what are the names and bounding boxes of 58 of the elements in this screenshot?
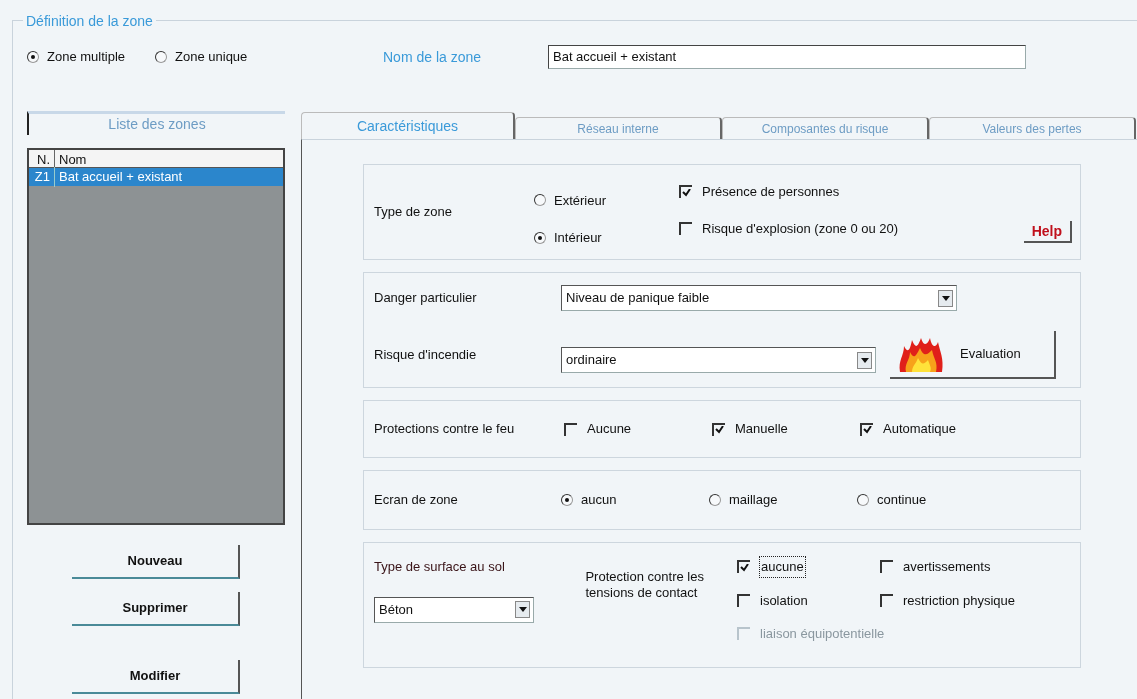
option-label: Intérieur — [554, 229, 602, 247]
fire-risk-label: Risque d'incendie — [374, 346, 478, 365]
radio-button[interactable] — [155, 51, 168, 63]
option-label: aucune — [760, 557, 805, 577]
radio-button[interactable] — [27, 51, 39, 63]
option-label: avertissements — [903, 558, 991, 576]
option-label: Extérieur — [554, 191, 607, 210]
caret-icon — [515, 601, 530, 618]
zone-type-label: Type de zone — [374, 203, 454, 222]
radio-button[interactable] — [534, 231, 546, 244]
checkbox[interactable] — [564, 422, 577, 436]
list-button[interactable]: Modifier — [72, 660, 240, 694]
column-header: Nom — [58, 151, 88, 167]
flame-icon — [898, 336, 944, 372]
list-button[interactable]: Nouveau — [72, 545, 240, 579]
evaluation-button[interactable]: Evaluation — [890, 331, 1056, 379]
floor-type-label: Type de surface au sol — [374, 558, 506, 576]
radio-button[interactable] — [857, 494, 869, 506]
radio-button[interactable] — [709, 494, 721, 506]
zone-list-header: Liste des zones — [27, 111, 285, 135]
option-label: aucun — [581, 491, 617, 510]
checkbox[interactable] — [712, 422, 725, 436]
option-label: Automatique — [883, 420, 956, 439]
caret-icon — [938, 289, 953, 307]
zone-name-field[interactable]: Bat accueil + existant — [548, 45, 1026, 69]
option-label: Zone multiple — [47, 48, 126, 67]
option-label: maillage — [729, 491, 778, 510]
option-label: liaison équipotentielle — [760, 625, 885, 643]
checkbox[interactable] — [880, 593, 893, 607]
danger-dropdown[interactable]: Niveau de panique faible — [561, 285, 957, 311]
zone-screen-label: Ecran de zone — [374, 491, 459, 510]
floor-type-dropdown[interactable]: Béton — [374, 596, 534, 623]
fire-protection-label: Protections contre le feu — [374, 420, 516, 439]
checkbox[interactable] — [679, 221, 692, 235]
checkbox[interactable] — [737, 560, 750, 574]
option-label: isolation — [760, 591, 808, 610]
list-button[interactable]: Supprimer — [72, 592, 240, 626]
option-label: Manuelle — [735, 420, 788, 439]
help-button[interactable]: Help — [1023, 221, 1072, 243]
contact-protection-label: Protection contre les tensions de contact — [585, 569, 705, 602]
checkbox[interactable] — [679, 185, 692, 199]
zone-name-label: Nom de la zone — [383, 47, 483, 67]
caret-icon — [857, 351, 872, 369]
radio-button[interactable] — [534, 194, 546, 207]
option-label: Risque d'explosion (zone 0 ou 20) — [702, 219, 899, 238]
option-label: continue — [877, 491, 927, 510]
zone-list-row[interactable]: Z1 Bat accueil + existant — [29, 168, 283, 186]
option-label: Présence de personnes — [702, 183, 840, 201]
option-label: Aucune — [587, 420, 632, 439]
option-label: restriction physique — [903, 591, 1015, 610]
fire-risk-dropdown[interactable]: ordinaire — [561, 347, 876, 373]
column-header: N. — [29, 150, 55, 167]
option-label: Zone unique — [175, 48, 248, 67]
danger-label: Danger particulier — [374, 289, 478, 308]
checkbox[interactable] — [860, 422, 873, 436]
checkbox[interactable] — [880, 560, 893, 574]
checkbox[interactable] — [737, 593, 750, 607]
radio-button[interactable] — [561, 494, 573, 506]
